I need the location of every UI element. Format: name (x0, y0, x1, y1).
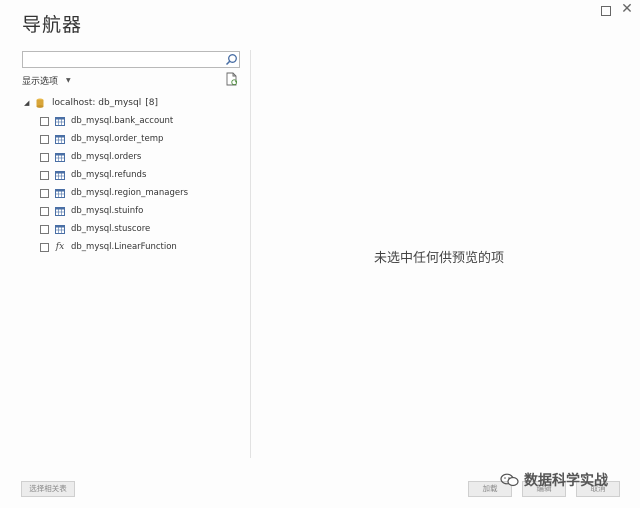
preview-empty-message: 未选中任何供预览的项 (374, 251, 505, 266)
checkbox[interactable] (40, 188, 49, 198)
checkbox[interactable] (40, 170, 49, 180)
checkbox[interactable] (40, 206, 49, 216)
table-icon (55, 152, 65, 162)
table-icon (55, 134, 65, 144)
tree-item-label: db_mysql.refunds (71, 170, 147, 180)
display-options-label: 显示选项 (22, 77, 59, 87)
maximize-icon (601, 6, 611, 16)
tree-item-label: db_mysql.orders (71, 152, 142, 162)
chevron-down-icon: ▼ (66, 77, 71, 84)
tree-item-region-managers[interactable]: db_mysql.region_managers (40, 186, 188, 200)
close-icon: ✕ (621, 1, 633, 17)
table-icon (55, 206, 65, 216)
tree-item-label: db_mysql.stuscore (71, 224, 151, 234)
navigator-dialog: 导航器 ✕ 显示选项 ▼ ◢ localhost: db_mysql [8] d… (0, 0, 640, 508)
close-button[interactable]: ✕ (620, 2, 634, 16)
checkbox[interactable] (40, 152, 49, 162)
pane-divider[interactable] (250, 50, 251, 458)
tree-item-label: db_mysql.stuinfo (71, 206, 144, 216)
table-icon (55, 170, 65, 180)
table-icon (55, 188, 65, 198)
checkbox[interactable] (40, 134, 49, 144)
tree-root-count: [8] (145, 98, 158, 108)
tree-item-linear-function[interactable]: fx db_mysql.LinearFunction (40, 240, 177, 254)
refresh-document-icon[interactable] (226, 72, 238, 86)
search-field[interactable] (22, 51, 240, 68)
display-options-dropdown[interactable]: 显示选项 ▼ (22, 74, 71, 87)
search-icon[interactable] (225, 53, 238, 66)
search-input[interactable] (25, 52, 221, 67)
maximize-button[interactable] (600, 5, 612, 17)
checkbox[interactable] (40, 224, 49, 234)
table-icon (55, 116, 65, 126)
select-related-tables-button[interactable]: 选择相关表 (21, 481, 75, 497)
collapse-triangle-icon[interactable]: ◢ (24, 99, 34, 107)
tree-item-order-temp[interactable]: db_mysql.order_temp (40, 132, 163, 146)
tree-item-label: db_mysql.bank_account (71, 116, 174, 126)
tree-item-stuinfo[interactable]: db_mysql.stuinfo (40, 204, 143, 218)
tree-root-label: localhost: db_mysql (52, 98, 142, 108)
watermark: 数据科学实战 (500, 470, 608, 490)
wechat-icon (500, 473, 519, 487)
tree-item-bank-account[interactable]: db_mysql.bank_account (40, 114, 173, 128)
tree-item-orders[interactable]: db_mysql.orders (40, 150, 141, 164)
tree-item-label: db_mysql.region_managers (71, 188, 189, 198)
table-icon (55, 224, 65, 234)
tree-root-node[interactable]: ◢ localhost: db_mysql [8] (24, 96, 158, 110)
tree-item-refunds[interactable]: db_mysql.refunds (40, 168, 146, 182)
checkbox[interactable] (40, 116, 49, 126)
tree-item-label: db_mysql.order_temp (71, 134, 164, 144)
tree-item-stuscore[interactable]: db_mysql.stuscore (40, 222, 150, 236)
watermark-text: 数据科学实战 (524, 473, 608, 489)
tree-item-label: db_mysql.LinearFunction (71, 242, 177, 252)
checkbox[interactable] (40, 242, 49, 252)
function-icon: fx (55, 242, 65, 252)
dialog-title: 导航器 (22, 14, 83, 36)
database-icon (36, 98, 44, 108)
